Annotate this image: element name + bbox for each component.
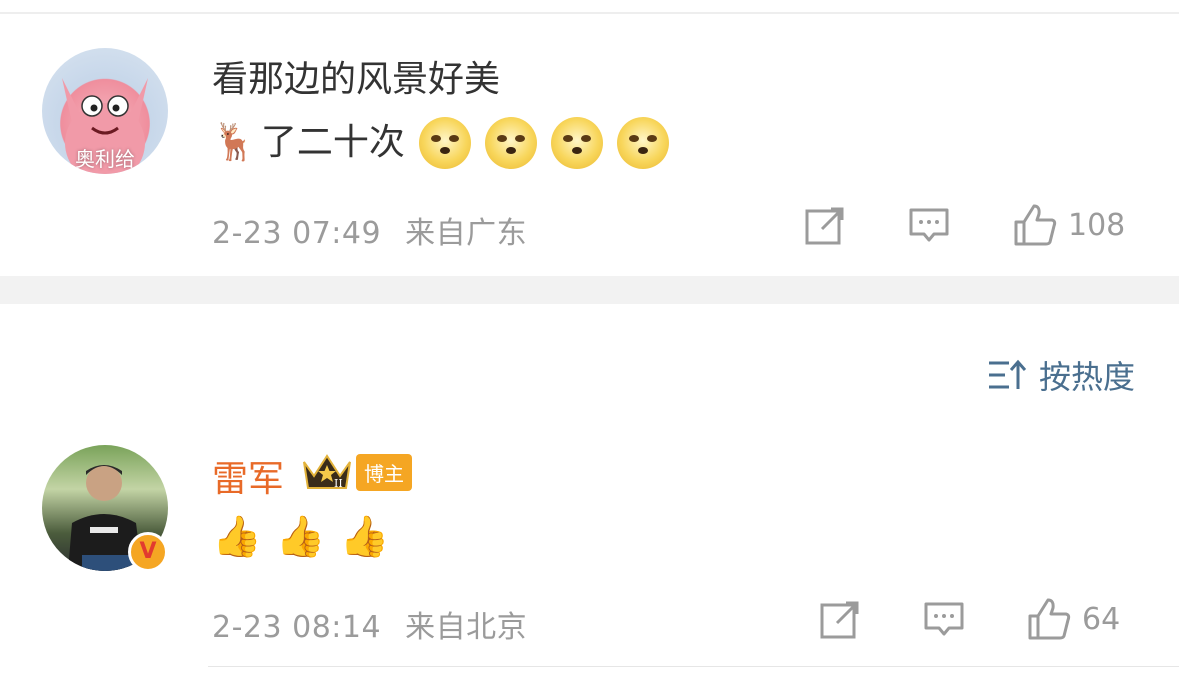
doge-emoji-icon	[550, 117, 603, 169]
thumbs-up-icon	[1028, 598, 1071, 640]
thumbs-up-emoji-icon: 👍	[339, 514, 390, 560]
verified-badge-icon: V	[128, 532, 168, 572]
crown-icon: II	[303, 454, 351, 490]
like-count: 108	[1068, 207, 1126, 243]
thumbs-up-emoji-icon: 👍	[212, 514, 262, 560]
comment-text-line2: 了二十次	[260, 122, 405, 163]
like-count: 64	[1082, 601, 1121, 637]
share-button[interactable]	[804, 206, 846, 246]
blogger-tag: 博主	[356, 453, 412, 491]
svg-text:II: II	[334, 477, 343, 490]
comment-icon	[909, 208, 949, 242]
thumbs-up-emoji-icon: 👍	[275, 514, 326, 560]
sort-icon	[988, 359, 1027, 389]
section-divider	[0, 276, 1179, 304]
comment-text: 看那边的风景好美	[212, 59, 501, 100]
sort-by-popularity-button[interactable]: 按热度	[987, 352, 1135, 398]
reply-button[interactable]	[908, 206, 950, 246]
doge-emoji-icon	[484, 117, 537, 169]
share-icon	[820, 601, 859, 639]
doge-emoji-icon	[418, 117, 471, 169]
avatar[interactable]: 奥利给	[42, 48, 168, 174]
blogger-badge: II 博主	[300, 452, 412, 492]
top-divider	[0, 12, 1179, 14]
avatar-label: 奥利给	[75, 147, 135, 171]
doge-emoji-icon	[616, 117, 669, 169]
share-icon	[805, 207, 844, 245]
username[interactable]: 雷军	[212, 450, 284, 502]
like-button[interactable]: 64	[1026, 596, 1120, 642]
bottom-divider	[208, 666, 1179, 667]
comment-time: 2-23 08:14	[212, 610, 382, 645]
deer-emoji-icon: 🦌	[212, 122, 257, 163]
share-button[interactable]	[819, 600, 861, 640]
comment-time: 2-23 07:49	[212, 216, 382, 251]
comment-emoji-line: 👍 👍 👍	[212, 510, 389, 564]
comment-location: 来自北京	[405, 610, 528, 645]
comment-location: 来自广东	[405, 216, 528, 251]
sort-label: 按热度	[1038, 358, 1135, 396]
thumbs-up-icon	[1014, 204, 1057, 246]
comment-meta: 2-23 08:14 来自北京	[212, 602, 527, 646]
comment-icon	[924, 602, 964, 636]
reply-button[interactable]	[923, 600, 965, 640]
like-button[interactable]: 108	[1012, 202, 1125, 248]
comment-emoji-line: 🦌 了二十次	[212, 116, 669, 170]
comment-meta: 2-23 07:49 来自广东	[212, 208, 527, 252]
